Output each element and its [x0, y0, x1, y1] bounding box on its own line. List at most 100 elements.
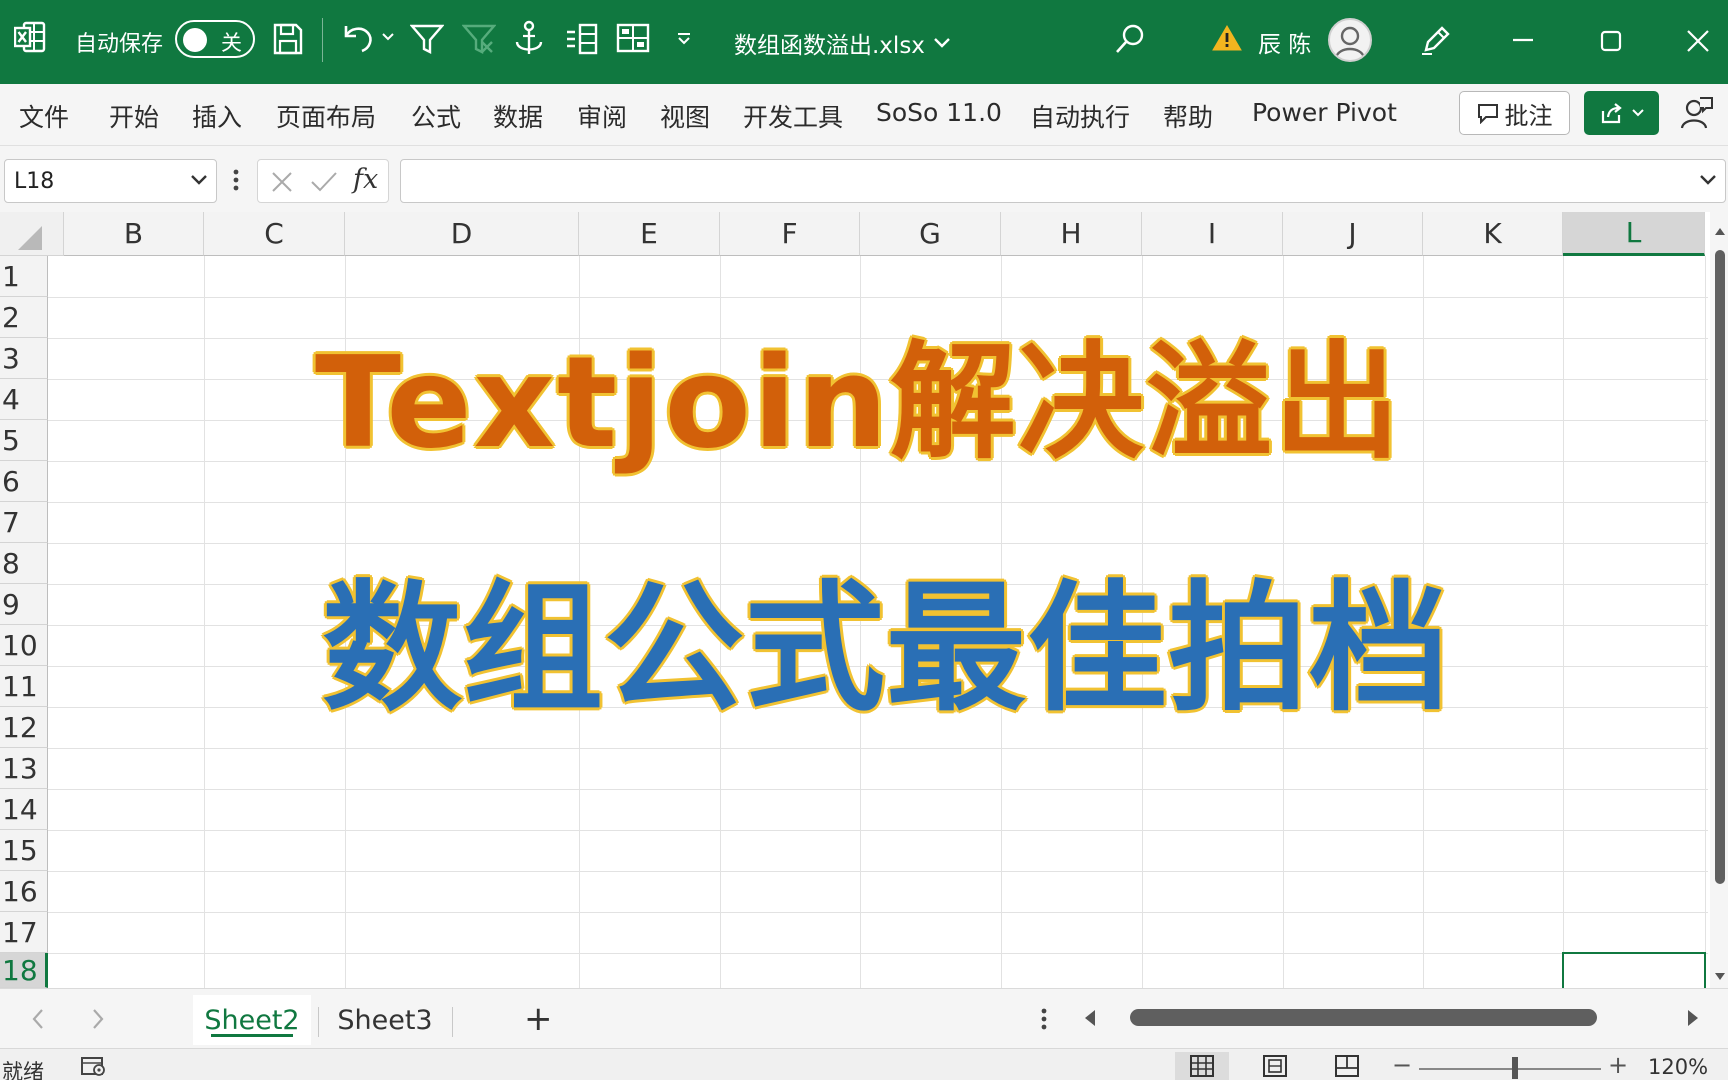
- zoom-in-button[interactable]: +: [1608, 1051, 1628, 1079]
- banner-title[interactable]: Textjoin解决溢出: [315, 340, 1402, 466]
- column-header-h[interactable]: H: [1001, 212, 1142, 256]
- maximize-icon[interactable]: [1600, 30, 1622, 52]
- insert-function-button[interactable]: fx: [353, 164, 378, 195]
- row-header-7[interactable]: 7: [0, 502, 48, 543]
- row-header-16[interactable]: 16: [0, 871, 48, 912]
- tab-formulas[interactable]: 公式: [411, 98, 461, 134]
- row-header-13[interactable]: 13: [0, 748, 48, 789]
- scroll-down-icon[interactable]: [1714, 972, 1726, 982]
- accessibility-icon[interactable]: [80, 1055, 108, 1077]
- active-cell[interactable]: [1562, 952, 1706, 988]
- share-button[interactable]: [1584, 91, 1659, 135]
- row-header-2[interactable]: 2: [0, 297, 48, 338]
- tab-file[interactable]: 文件: [19, 98, 69, 134]
- column-header-e[interactable]: E: [579, 212, 720, 256]
- row-header-3[interactable]: 3: [0, 338, 48, 379]
- column-header-b[interactable]: B: [64, 212, 204, 256]
- sheet-tab-sheet2[interactable]: Sheet2: [193, 995, 311, 1045]
- undo-icon[interactable]: [340, 22, 374, 54]
- formula-input[interactable]: [400, 159, 1726, 203]
- page-break-view-button[interactable]: [1320, 1052, 1374, 1080]
- select-all-button[interactable]: [0, 212, 64, 256]
- column-header-d[interactable]: D: [345, 212, 579, 256]
- tab-power-pivot[interactable]: Power Pivot: [1252, 98, 1397, 127]
- zoom-slider-thumb[interactable]: [1512, 1057, 1518, 1079]
- table-grid-icon[interactable]: [616, 22, 650, 54]
- column-header-c[interactable]: C: [204, 212, 345, 256]
- scroll-right-icon[interactable]: [1686, 1009, 1700, 1027]
- banner-subtitle[interactable]: 数组公式最佳拍档: [322, 580, 1450, 720]
- row-header-1[interactable]: 1: [0, 256, 48, 297]
- search-icon[interactable]: [1114, 22, 1146, 56]
- tab-automate[interactable]: 自动执行: [1030, 98, 1130, 134]
- tab-insert[interactable]: 插入: [192, 98, 242, 134]
- more-options-icon[interactable]: [233, 168, 239, 196]
- close-icon[interactable]: [1686, 29, 1710, 53]
- row-header-17[interactable]: 17: [0, 912, 48, 953]
- save-icon[interactable]: [272, 22, 304, 56]
- minimize-icon[interactable]: [1512, 38, 1534, 42]
- row-header-4[interactable]: 4: [0, 379, 48, 420]
- tab-help[interactable]: 帮助: [1163, 98, 1213, 134]
- cancel-icon[interactable]: [270, 170, 294, 194]
- column-header-k[interactable]: K: [1423, 212, 1563, 256]
- tab-view[interactable]: 视图: [660, 98, 710, 134]
- grid-line: [48, 830, 1708, 831]
- row-header-5[interactable]: 5: [0, 420, 48, 461]
- tab-home[interactable]: 开始: [109, 98, 159, 134]
- undo-dropdown-icon[interactable]: [381, 32, 395, 42]
- customize-toolbar-icon[interactable]: [676, 32, 692, 46]
- more-options-icon[interactable]: [1041, 1007, 1047, 1031]
- normal-view-button[interactable]: [1175, 1052, 1229, 1080]
- row-header-14[interactable]: 14: [0, 789, 48, 830]
- name-box[interactable]: L18: [4, 159, 217, 203]
- zoom-slider[interactable]: [1419, 1068, 1601, 1070]
- vertical-scroll-thumb[interactable]: [1715, 250, 1725, 884]
- zoom-out-button[interactable]: −: [1392, 1051, 1412, 1079]
- row-header-12[interactable]: 12: [0, 707, 48, 748]
- row-header-8[interactable]: 8: [0, 543, 48, 584]
- column-header-i[interactable]: I: [1142, 212, 1283, 256]
- chevron-right-icon[interactable]: [90, 1007, 106, 1031]
- column-header-f[interactable]: F: [720, 212, 860, 256]
- filter-icon[interactable]: [410, 22, 444, 56]
- expand-formula-icon[interactable]: [1699, 174, 1717, 186]
- tab-soso[interactable]: SoSo 11.0: [876, 98, 1002, 127]
- document-title[interactable]: 数组函数溢出.xlsx: [734, 26, 951, 60]
- column-header-l[interactable]: L: [1563, 212, 1705, 256]
- row-header-10[interactable]: 10: [0, 625, 48, 666]
- avatar[interactable]: [1328, 18, 1372, 62]
- autosave-toggle[interactable]: 关: [175, 20, 255, 58]
- add-sheet-button[interactable]: +: [524, 999, 553, 1039]
- row-header-9[interactable]: 9: [0, 584, 48, 625]
- page-layout-view-button[interactable]: [1248, 1052, 1302, 1080]
- warning-icon[interactable]: [1212, 24, 1242, 52]
- column-header-j[interactable]: J: [1283, 212, 1423, 256]
- grid-line: [48, 502, 1708, 503]
- excel-logo-icon[interactable]: [14, 20, 46, 54]
- pen-icon[interactable]: [1420, 22, 1454, 56]
- row-header-18[interactable]: 18: [0, 953, 48, 988]
- comments-button[interactable]: 批注: [1459, 91, 1570, 135]
- anchor-icon[interactable]: [514, 20, 544, 58]
- column-header-g[interactable]: G: [860, 212, 1001, 256]
- tab-data[interactable]: 数据: [493, 98, 543, 134]
- split-columns-icon[interactable]: [564, 22, 598, 56]
- worksheet-grid[interactable]: B C D E F G H I J K L 1 2 3 4 5 6 7 8 9 …: [0, 212, 1728, 988]
- row-header-11[interactable]: 11: [0, 666, 48, 707]
- account-name[interactable]: 辰 陈: [1258, 25, 1311, 59]
- enter-check-icon[interactable]: [310, 170, 338, 194]
- vertical-scrollbar[interactable]: [1710, 212, 1728, 988]
- scroll-up-icon[interactable]: [1714, 226, 1726, 236]
- tab-developer[interactable]: 开发工具: [743, 98, 843, 134]
- sheet-tab-sheet3[interactable]: Sheet3: [326, 995, 444, 1045]
- chevron-left-icon[interactable]: [30, 1007, 46, 1031]
- zoom-level[interactable]: 120%: [1648, 1055, 1708, 1079]
- tab-page-layout[interactable]: 页面布局: [276, 98, 376, 134]
- coauthoring-icon[interactable]: [1680, 96, 1714, 134]
- tab-review[interactable]: 审阅: [577, 98, 627, 134]
- row-header-6[interactable]: 6: [0, 461, 48, 502]
- row-header-15[interactable]: 15: [0, 830, 48, 871]
- horizontal-scroll-thumb[interactable]: [1130, 1009, 1597, 1026]
- scroll-left-icon[interactable]: [1083, 1009, 1097, 1027]
